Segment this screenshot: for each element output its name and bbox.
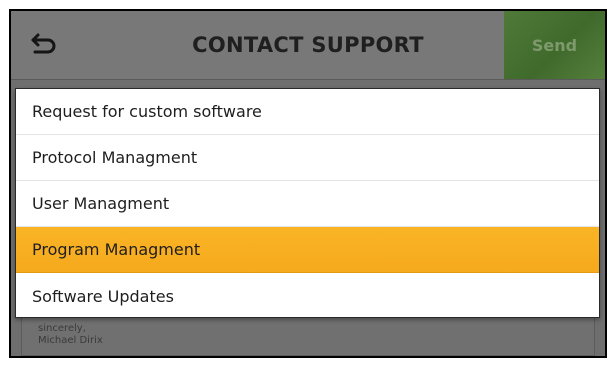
option-request-custom-software[interactable]: Request for custom software [16, 89, 599, 135]
subject-dropdown-list: Request for custom software Protocol Man… [15, 88, 600, 318]
send-button[interactable]: Send [504, 11, 605, 79]
option-protocol-managment[interactable]: Protocol Managment [16, 135, 599, 181]
signature-closing: sincerely, [38, 323, 86, 334]
app-header: CONTACT SUPPORT Send [11, 11, 605, 80]
option-software-updates[interactable]: Software Updates [16, 273, 599, 319]
option-program-managment[interactable]: Program Managment [16, 227, 599, 273]
message-signature: sincerely, Michael Dirix [38, 323, 103, 347]
option-user-managment[interactable]: User Managment [16, 181, 599, 227]
signature-name: Michael Dirix [38, 335, 103, 346]
